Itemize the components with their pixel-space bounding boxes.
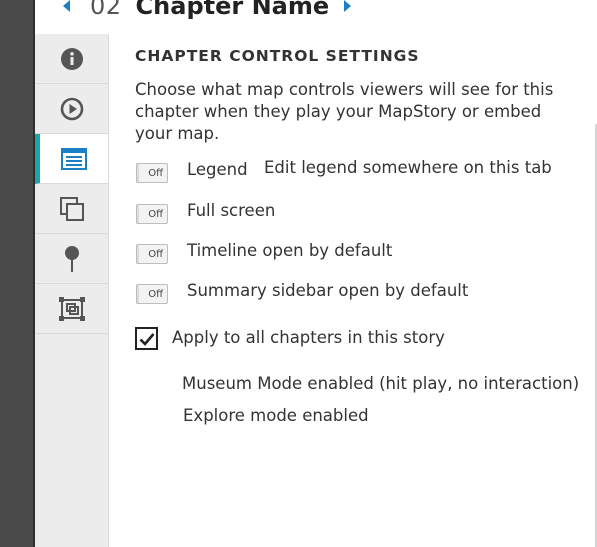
legend-note: Edit legend somewhere on this tab — [264, 158, 552, 177]
tab-frame[interactable] — [35, 284, 108, 334]
frame-icon — [58, 296, 85, 321]
section-title: CHAPTER CONTROL SETTINGS — [135, 47, 420, 65]
summary-sidebar-toggle[interactable]: Off — [136, 284, 168, 304]
legend-toggle[interactable]: Off — [136, 163, 168, 183]
info-icon — [60, 47, 83, 70]
fullscreen-toggle[interactable]: Off — [136, 204, 168, 224]
apply-all-label[interactable]: Apply to all chapters in this story — [172, 328, 445, 347]
chapter-name[interactable]: Chapter Name — [136, 0, 330, 20]
fullscreen-label: Full screen — [187, 201, 276, 220]
apply-all-checkbox[interactable] — [135, 327, 158, 350]
pin-icon — [64, 245, 79, 272]
caret-left-icon — [63, 0, 70, 12]
next-chapter-button[interactable] — [341, 0, 355, 16]
legend-label: Legend — [187, 160, 248, 179]
left-dark-strip — [0, 0, 34, 547]
section-description: Choose what map controls viewers will se… — [135, 80, 554, 143]
explore-mode-option[interactable]: Explore mode enabled — [183, 406, 369, 425]
chapter-sidebar-tabs — [35, 34, 109, 547]
museum-mode-option[interactable]: Museum Mode enabled (hit play, no intera… — [182, 374, 579, 393]
timeline-label: Timeline open by default — [187, 241, 393, 260]
tab-layers[interactable] — [35, 184, 108, 234]
chapter-header: 02 Chapter Name — [60, 0, 355, 22]
play-icon — [60, 97, 83, 120]
layers-icon — [59, 196, 84, 221]
tab-info[interactable] — [35, 34, 108, 84]
checkmark-icon — [139, 332, 154, 346]
tab-playback[interactable] — [35, 84, 108, 134]
chapter-number: 02 — [90, 0, 122, 20]
prev-chapter-button[interactable] — [60, 0, 74, 16]
tab-controls[interactable] — [35, 134, 108, 184]
tab-pins[interactable] — [35, 234, 108, 284]
timeline-toggle[interactable]: Off — [136, 244, 168, 264]
caret-right-icon — [344, 0, 352, 12]
list-icon — [61, 147, 87, 170]
summary-sidebar-label: Summary sidebar open by default — [187, 281, 469, 300]
